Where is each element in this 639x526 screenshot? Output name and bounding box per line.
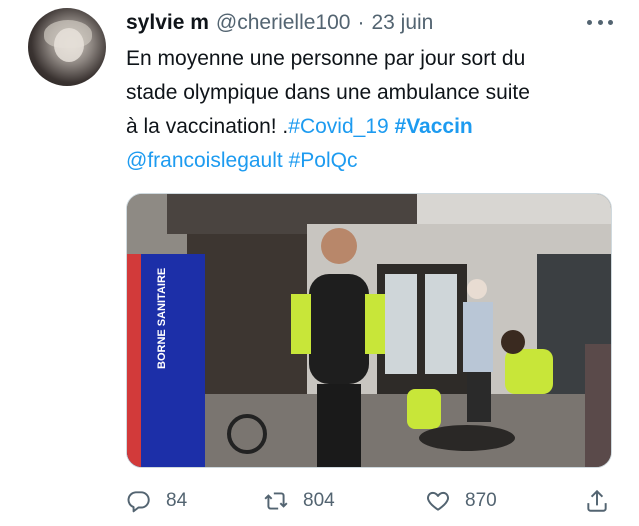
- author-name[interactable]: sylvie m: [126, 11, 209, 35]
- mention-link[interactable]: @francoislegault: [126, 149, 283, 172]
- share-button[interactable]: [584, 484, 624, 518]
- tweet-text: En moyenne une personne par jour sort du…: [126, 42, 626, 178]
- tweet-header: sylvie m @cherielle100 · 23 juin: [126, 9, 433, 37]
- reply-count: 84: [166, 490, 188, 511]
- tweet-text-segment: à la vaccination! .: [126, 115, 289, 138]
- tweet-text-line: @francoislegault #PolQc: [126, 144, 626, 178]
- more-dot: [587, 19, 592, 25]
- tweet-actions: 84 804 870: [126, 484, 616, 518]
- photo-sign-text: BORNE SANITAIRE: [156, 268, 168, 369]
- tweet-text-line: à la vaccination! .#Covid_19 #Vaccin: [126, 110, 626, 144]
- tweet-photo[interactable]: BORNE SANITAIRE: [126, 193, 612, 468]
- retweet-count: 804: [303, 490, 335, 511]
- author-handle[interactable]: @cherielle100: [216, 11, 351, 35]
- hashtag-polqc-link[interactable]: #PolQc: [289, 149, 358, 172]
- hashtag-vaccin-link[interactable]: #Vaccin: [395, 115, 473, 138]
- more-dot: [608, 19, 613, 25]
- header-separator: ·: [357, 11, 365, 34]
- reply-button[interactable]: 84: [126, 484, 187, 518]
- share-icon: [587, 489, 607, 512]
- hashtag-covid-link[interactable]: #Covid_19: [288, 115, 388, 138]
- retweet-icon: [264, 492, 288, 510]
- retweet-button[interactable]: 804: [263, 484, 335, 518]
- heart-icon: [427, 491, 449, 511]
- tweet-photo-scene: BORNE SANITAIRE: [127, 194, 611, 467]
- like-count: 870: [465, 490, 497, 511]
- like-button[interactable]: 870: [425, 484, 497, 518]
- avatar-face: [54, 28, 84, 62]
- reply-icon: [127, 491, 150, 513]
- more-icon[interactable]: [587, 12, 613, 32]
- author-avatar[interactable]: [28, 8, 106, 86]
- tweet-text-line: stade olympique dans une ambulance suite: [126, 81, 530, 104]
- tweet-date[interactable]: 23 juin: [371, 11, 433, 35]
- more-dot: [597, 19, 603, 25]
- tweet-text-line: En moyenne une personne par jour sort du: [126, 47, 526, 70]
